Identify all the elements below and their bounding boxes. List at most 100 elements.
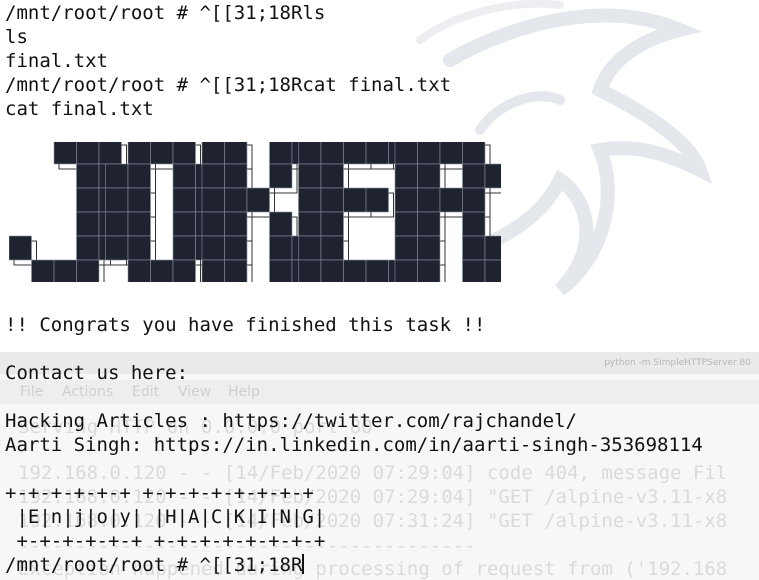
terminal-line-prompt-cat: /mnt/root/root # ^[[31;18Rcat final.txt xyxy=(5,74,452,96)
joker-ascii-banner xyxy=(9,142,501,282)
banner-block xyxy=(484,259,501,282)
banner-block xyxy=(105,187,129,213)
banner-block xyxy=(201,142,225,165)
banner-block xyxy=(462,163,486,189)
banner-block xyxy=(31,259,55,282)
banner-block xyxy=(53,259,77,282)
banner-block xyxy=(269,259,293,282)
banner-block xyxy=(201,163,225,189)
banner-block xyxy=(76,142,100,165)
banner-block xyxy=(365,187,389,213)
banner-block xyxy=(462,211,486,237)
enjoy-box-bottom: +-+-+-+-+-+ +-+-+-+-+-+-+-+ xyxy=(5,530,326,552)
banner-block xyxy=(394,142,418,165)
banner-block xyxy=(298,142,322,165)
banner-block xyxy=(246,187,270,213)
terminal-output[interactable]: /mnt/root/root # ^[[31;18Rls ls final.tx… xyxy=(5,0,755,580)
banner-block xyxy=(269,163,293,189)
banner-block xyxy=(201,235,225,261)
banner-block xyxy=(365,259,389,282)
banner-block xyxy=(394,211,418,237)
banner-block xyxy=(76,259,100,282)
banner-block xyxy=(172,259,196,282)
banner-block xyxy=(224,211,248,237)
banner-block xyxy=(269,211,293,237)
terminal-line-file-listing: final.txt xyxy=(5,50,108,72)
banner-block xyxy=(462,187,486,213)
banner-block xyxy=(127,259,151,282)
banner-block xyxy=(201,187,225,213)
banner-block xyxy=(417,235,441,261)
banner-block xyxy=(172,163,196,189)
banner-block xyxy=(224,259,248,282)
terminal-line-echo-cat: cat final.txt xyxy=(5,98,154,120)
banner-block xyxy=(9,235,32,261)
banner-block xyxy=(98,142,122,165)
banner-block xyxy=(53,142,77,165)
banner-block xyxy=(320,163,344,189)
banner-block xyxy=(462,142,486,165)
contact-hacking-articles: Hacking Articles : https://twitter.com/r… xyxy=(5,410,577,432)
banner-block xyxy=(320,235,344,261)
banner-block xyxy=(224,142,248,165)
banner-block xyxy=(343,259,367,282)
enjoy-box-text: |E|n|j|o|y| |H|A|C|K|I|N|G| xyxy=(5,506,326,528)
banner-block xyxy=(269,235,293,261)
banner-block xyxy=(201,259,225,282)
banner-block xyxy=(417,163,441,189)
banner-block xyxy=(172,211,196,237)
banner-block xyxy=(127,163,151,189)
banner-block xyxy=(417,211,441,237)
banner-block xyxy=(343,142,367,165)
banner-block xyxy=(417,259,441,282)
banner-block xyxy=(105,163,129,189)
banner-block xyxy=(298,211,322,237)
banner-block xyxy=(224,163,248,189)
banner-block xyxy=(172,235,196,261)
terminal-line-prompt-ls: /mnt/root/root # ^[[31;18Rls xyxy=(5,2,326,24)
banner-block xyxy=(105,211,129,237)
banner-block xyxy=(439,142,463,165)
banner-block xyxy=(462,259,486,282)
banner-block xyxy=(394,235,418,261)
banner-block xyxy=(462,235,486,261)
banner-block xyxy=(269,142,293,165)
banner-block xyxy=(484,163,501,189)
contact-heading: Contact us here: xyxy=(5,362,189,384)
banner-block xyxy=(127,142,151,165)
banner-block xyxy=(201,211,225,237)
banner-blocks xyxy=(9,142,501,282)
banner-block xyxy=(298,235,322,261)
banner-block xyxy=(394,187,418,213)
banner-block xyxy=(343,187,367,213)
banner-block xyxy=(127,235,151,261)
banner-block xyxy=(150,142,174,165)
banner-block xyxy=(365,142,389,165)
banner-block xyxy=(439,187,463,213)
banner-block xyxy=(298,259,322,282)
banner-block xyxy=(105,235,129,261)
text-cursor xyxy=(302,554,305,574)
banner-block xyxy=(127,187,151,213)
banner-block xyxy=(320,142,344,165)
banner-block xyxy=(172,187,196,213)
terminal-current-prompt[interactable]: /mnt/root/root # ^[[31;18R xyxy=(5,553,305,577)
banner-block xyxy=(298,187,322,213)
banner-block xyxy=(76,163,100,189)
banner-block xyxy=(76,211,100,237)
banner-block xyxy=(172,142,196,165)
congrats-message: !! Congrats you have finished this task … xyxy=(5,314,486,336)
enjoy-box-top: +-+-+-+-+-+ +-+-+-+-+-+-+-+ xyxy=(5,482,314,504)
banner-block xyxy=(417,142,441,165)
banner-block xyxy=(394,163,418,189)
banner-block xyxy=(127,211,151,237)
banner-block xyxy=(76,235,100,261)
contact-aarti-singh: Aarti Singh: https://in.linkedin.com/in/… xyxy=(5,434,703,456)
terminal-line-echo-ls: ls xyxy=(5,26,28,48)
banner-block xyxy=(484,235,501,261)
banner-block xyxy=(320,259,344,282)
banner-block xyxy=(224,187,248,213)
banner-block xyxy=(150,259,174,282)
banner-block xyxy=(298,163,322,189)
banner-block xyxy=(394,259,418,282)
